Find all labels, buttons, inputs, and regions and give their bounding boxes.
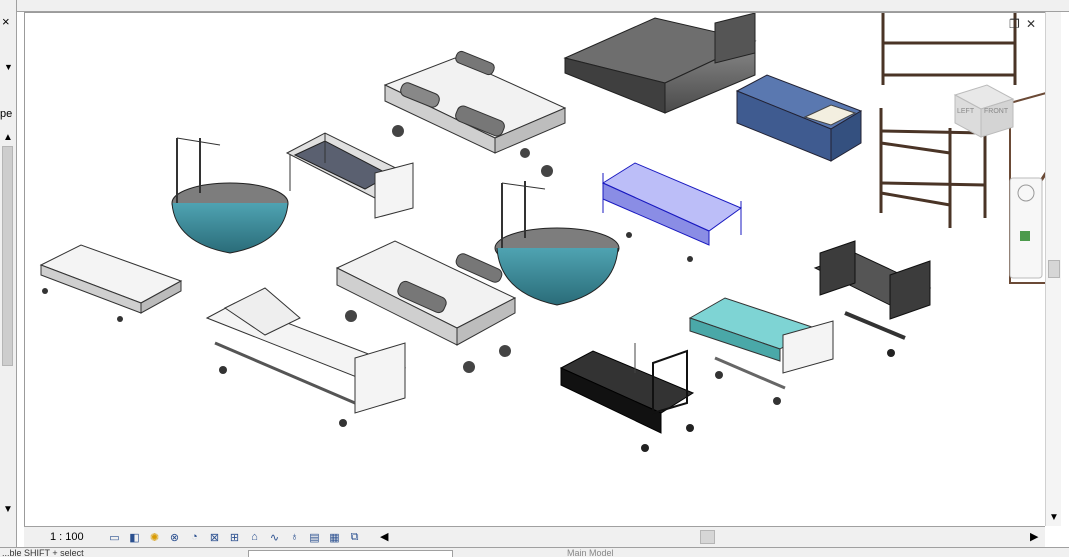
close-icon[interactable]: × — [2, 14, 10, 29]
navigation-bar[interactable] — [1009, 177, 1043, 279]
view-control-icons: ▭ ◧ ✺ ⊗ ◔ ⊠ ⊞ ⌂ ∿ ♁ ▤ ▦ ⧉ — [106, 529, 363, 545]
hospital-bed-model[interactable] — [383, 50, 567, 177]
view-control-bar: 1 : 100 ▭ ◧ ✺ ⊗ ◔ ⊠ ⊞ ⌂ ∿ ♁ ▤ ▦ ⧉ ◀ ▶ — [24, 526, 1045, 547]
panel-scrollbar[interactable]: ▲ ▼ — [0, 128, 16, 528]
vertical-scrollbar[interactable]: ▼ — [1045, 12, 1061, 526]
status-bar: ...ble SHIFT + select Main Model — [0, 547, 1069, 557]
shadows-icon[interactable]: ⊗ — [166, 529, 183, 545]
bath-trolley-model-2[interactable] — [494, 181, 620, 306]
crop-view-icon[interactable]: ⊠ — [206, 529, 223, 545]
model-selector[interactable]: Main Model — [567, 548, 614, 557]
scroll-right-icon[interactable]: ▶ — [1030, 530, 1038, 543]
properties-panel: × ▼ pe ▲ ▼ — [0, 0, 17, 557]
chevron-down-icon[interactable]: ▼ — [4, 62, 13, 72]
detail-level-icon[interactable]: ▭ — [106, 529, 123, 545]
view-title-strip — [17, 0, 1069, 12]
scroll-thumb[interactable] — [1048, 260, 1060, 278]
3d-viewport[interactable]: LEFT FRONT — [24, 12, 1045, 526]
scroll-thumb[interactable] — [2, 146, 13, 366]
lock-3d-icon[interactable]: ⌂ — [246, 529, 263, 545]
scroll-down-icon[interactable]: ▼ — [1049, 512, 1059, 523]
platform-bed-model[interactable] — [285, 132, 414, 219]
mattress-model[interactable] — [735, 74, 863, 162]
scroll-up-icon[interactable]: ▲ — [3, 132, 13, 143]
scroll-down-icon[interactable]: ▼ — [3, 504, 13, 515]
teal-mattress-bed-model[interactable] — [688, 297, 834, 405]
wireframe-bed-model[interactable] — [601, 162, 743, 262]
analytical-model-icon[interactable]: ⧉ — [346, 529, 363, 545]
black-frame-bed-model[interactable] — [559, 343, 695, 452]
stretcher-model[interactable] — [39, 244, 183, 322]
worksharing-icon[interactable]: ▤ — [306, 529, 323, 545]
double-bed-model[interactable] — [563, 13, 757, 114]
horizontal-scroll-thumb[interactable] — [700, 530, 715, 544]
design-options-icon[interactable]: ▦ — [326, 529, 343, 545]
model-canvas: LEFT FRONT — [39, 13, 1045, 452]
bath-trolley-model[interactable] — [171, 137, 289, 254]
viewcube-left-label: LEFT — [957, 108, 975, 115]
temporary-hide-icon[interactable]: ∿ — [266, 529, 283, 545]
status-hint: ...ble SHIFT + select — [2, 548, 84, 557]
visual-style-icon[interactable]: ◧ — [126, 529, 143, 545]
scroll-left-icon[interactable]: ◀ — [380, 530, 388, 543]
workset-field[interactable] — [248, 550, 453, 557]
reveal-hidden-icon[interactable]: ♁ — [286, 529, 303, 545]
view-scale[interactable]: 1 : 100 — [50, 531, 84, 543]
show-crop-icon[interactable]: ⊞ — [226, 529, 243, 545]
render-icon[interactable]: ◔ — [186, 529, 203, 545]
close-icon[interactable]: ✕ — [1026, 17, 1036, 31]
viewcube-front-label: FRONT — [984, 108, 1009, 115]
adjustable-bed-model[interactable] — [205, 287, 407, 427]
restore-icon[interactable]: ❐ — [1009, 17, 1020, 31]
viewcube-icon[interactable]: LEFT FRONT — [953, 84, 1015, 138]
panel-label: pe — [0, 108, 13, 120]
sun-path-icon[interactable]: ✺ — [146, 529, 163, 545]
